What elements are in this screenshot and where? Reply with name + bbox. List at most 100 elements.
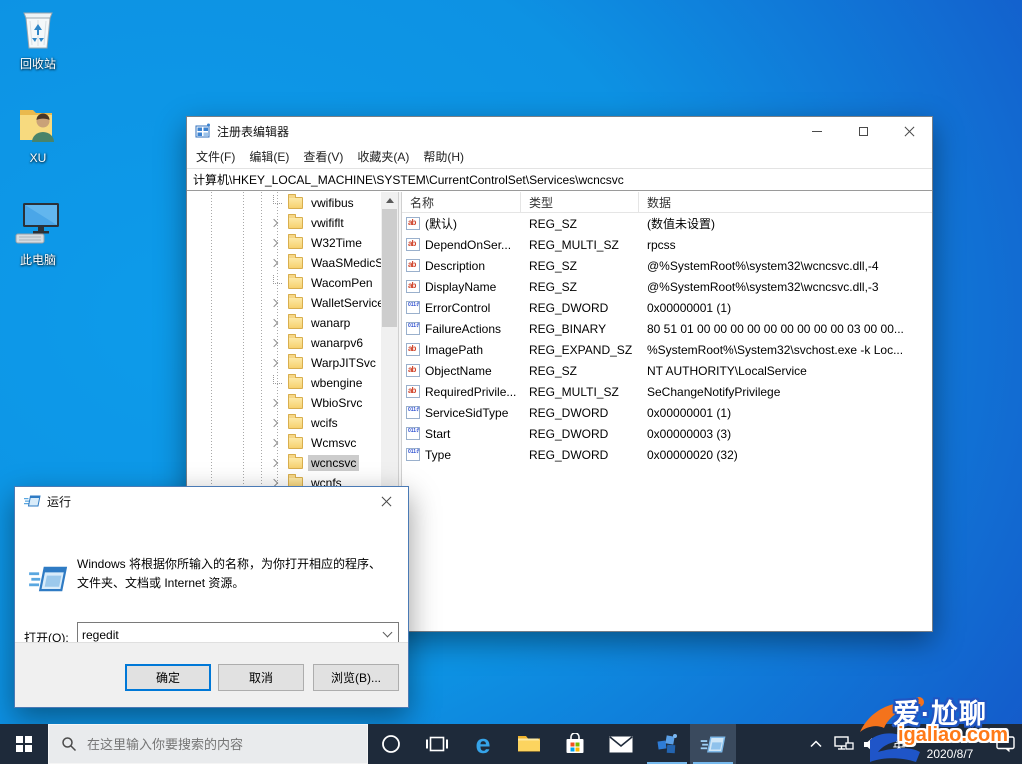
registry-value-row[interactable]: DescriptionREG_SZ@%SystemRoot%\system32\… (402, 255, 932, 276)
column-header-type[interactable]: 类型 (521, 192, 639, 212)
tree-item[interactable]: wanarpv6 (187, 333, 381, 353)
tree-item[interactable]: wcifs (187, 413, 381, 433)
tree-item[interactable]: Wcmsvc (187, 433, 381, 453)
string-value-icon (406, 343, 420, 356)
regedit-taskbar-button[interactable] (644, 724, 690, 764)
tree-item[interactable]: vwifibus (187, 193, 381, 213)
dialog-close-button[interactable] (364, 487, 408, 515)
value-type: REG_SZ (521, 259, 639, 273)
chevron-right-icon[interactable] (270, 299, 278, 307)
desktop-icon-this-pc[interactable]: 此电脑 (6, 198, 70, 268)
run-taskbar-button[interactable] (690, 724, 736, 764)
close-button[interactable] (886, 117, 932, 145)
registry-value-row[interactable]: DependOnSer...REG_MULTI_SZrpcss (402, 234, 932, 255)
taskbar-search-box[interactable] (48, 724, 368, 764)
registry-value-row[interactable]: RequiredPrivile...REG_MULTI_SZSeChangeNo… (402, 381, 932, 402)
tree-item[interactable]: WarpJITSvc (187, 353, 381, 373)
registry-value-row[interactable]: FailureActionsREG_BINARY80 51 01 00 00 0… (402, 318, 932, 339)
cortana-button[interactable] (368, 724, 414, 764)
chevron-right-icon[interactable] (270, 319, 278, 327)
tree-item[interactable]: wbengine (187, 373, 381, 393)
value-type: REG_SZ (521, 364, 639, 378)
registry-value-row[interactable]: DisplayNameREG_SZ@%SystemRoot%\system32\… (402, 276, 932, 297)
value-name: Description (425, 259, 485, 273)
action-center-button[interactable] (988, 724, 1022, 764)
store-button[interactable] (552, 724, 598, 764)
chevron-right-icon[interactable] (270, 259, 278, 267)
folder-icon (288, 217, 303, 229)
tree-item-label: WbioSrvc (308, 395, 365, 411)
tray-expand-button[interactable] (802, 724, 830, 764)
task-view-button[interactable] (414, 724, 460, 764)
browse-button[interactable]: 浏览(B)... (313, 664, 399, 691)
tree-item[interactable]: WbioSrvc (187, 393, 381, 413)
tree-item[interactable]: WacomPen (187, 273, 381, 293)
chevron-right-icon[interactable] (270, 419, 278, 427)
chevron-right-icon[interactable] (270, 439, 278, 447)
registry-value-row[interactable]: ErrorControlREG_DWORD0x00000001 (1) (402, 297, 932, 318)
taskbar-clock[interactable]: 2020/8/7 (912, 724, 988, 764)
menu-file[interactable]: 文件(F) (189, 145, 242, 168)
cancel-button[interactable]: 取消 (218, 664, 304, 691)
start-button[interactable] (0, 724, 48, 764)
tree-item-label: vwififlt (308, 215, 347, 231)
menu-favorites[interactable]: 收藏夹(A) (350, 145, 416, 168)
tree-item[interactable]: vwififlt (187, 213, 381, 233)
registry-value-row[interactable]: StartREG_DWORD0x00000003 (3) (402, 423, 932, 444)
tree-item[interactable]: WaaSMedicS (187, 253, 381, 273)
registry-value-row[interactable]: ServiceSidTypeREG_DWORD0x00000001 (1) (402, 402, 932, 423)
regedit-titlebar[interactable]: 注册表编辑器 (187, 117, 932, 145)
registry-value-row[interactable]: ObjectNameREG_SZNT AUTHORITY\LocalServic… (402, 360, 932, 381)
scroll-up-icon[interactable] (381, 192, 398, 209)
chevron-right-icon[interactable] (270, 219, 278, 227)
ok-button[interactable]: 确定 (125, 664, 211, 691)
volume-tray-button[interactable] (858, 724, 886, 764)
chevron-right-icon[interactable] (270, 339, 278, 347)
desktop-icon-user-folder[interactable]: XU (6, 102, 70, 165)
dword-value-icon (406, 427, 420, 440)
tree-item-label: WacomPen (308, 275, 376, 291)
minimize-button[interactable] (794, 117, 840, 145)
mail-button[interactable] (598, 724, 644, 764)
chevron-right-icon[interactable] (270, 359, 278, 367)
folder-icon (288, 337, 303, 349)
chevron-right-icon[interactable] (270, 239, 278, 247)
registry-value-row[interactable]: (默认)REG_SZ(数值未设置) (402, 213, 932, 234)
value-data: 0x00000003 (3) (639, 427, 932, 441)
tree-item-label: wbengine (308, 375, 365, 391)
regedit-icon (655, 732, 679, 756)
network-tray-button[interactable] (830, 724, 858, 764)
run-titlebar[interactable]: 运行 (15, 487, 408, 515)
run-dialog-body: Windows 将根据你所输入的名称，为你打开相应的程序、 文件夹、文档或 In… (15, 515, 408, 644)
menu-help[interactable]: 帮助(H) (416, 145, 471, 168)
registry-value-row[interactable]: TypeREG_DWORD0x00000020 (32) (402, 444, 932, 465)
folder-icon (288, 277, 303, 289)
close-icon (904, 126, 915, 137)
value-name: ServiceSidType (425, 406, 508, 420)
tree-item[interactable]: W32Time (187, 233, 381, 253)
column-header-name[interactable]: 名称 (402, 192, 521, 212)
ime-indicator[interactable]: 英 (886, 724, 912, 764)
file-explorer-button[interactable] (506, 724, 552, 764)
scrollbar-thumb[interactable] (382, 209, 397, 327)
chevron-right-icon[interactable] (270, 459, 278, 467)
tree-connector (273, 275, 282, 284)
menu-edit[interactable]: 编辑(E) (242, 145, 296, 168)
address-bar[interactable]: 计算机\HKEY_LOCAL_MACHINE\SYSTEM\CurrentCon… (187, 168, 932, 191)
folder-icon (288, 237, 303, 249)
registry-value-row[interactable]: ImagePathREG_EXPAND_SZ%SystemRoot%\Syste… (402, 339, 932, 360)
menu-view[interactable]: 查看(V) (296, 145, 350, 168)
search-input[interactable] (87, 737, 337, 752)
edge-icon: e (475, 731, 490, 758)
taskbar: e (0, 724, 1022, 764)
tree-item[interactable]: wanarp (187, 313, 381, 333)
value-type: REG_DWORD (521, 406, 639, 420)
chevron-right-icon[interactable] (270, 399, 278, 407)
edge-button[interactable]: e (460, 724, 506, 764)
tree-item[interactable]: WalletService (187, 293, 381, 313)
column-header-data[interactable]: 数据 (639, 192, 932, 212)
maximize-button[interactable] (840, 117, 886, 145)
desktop-icon-recycle-bin[interactable]: 回收站 (6, 6, 70, 72)
tree-item-label: wcncsvc (308, 455, 359, 471)
tree-item[interactable]: wcncsvc (187, 453, 381, 473)
